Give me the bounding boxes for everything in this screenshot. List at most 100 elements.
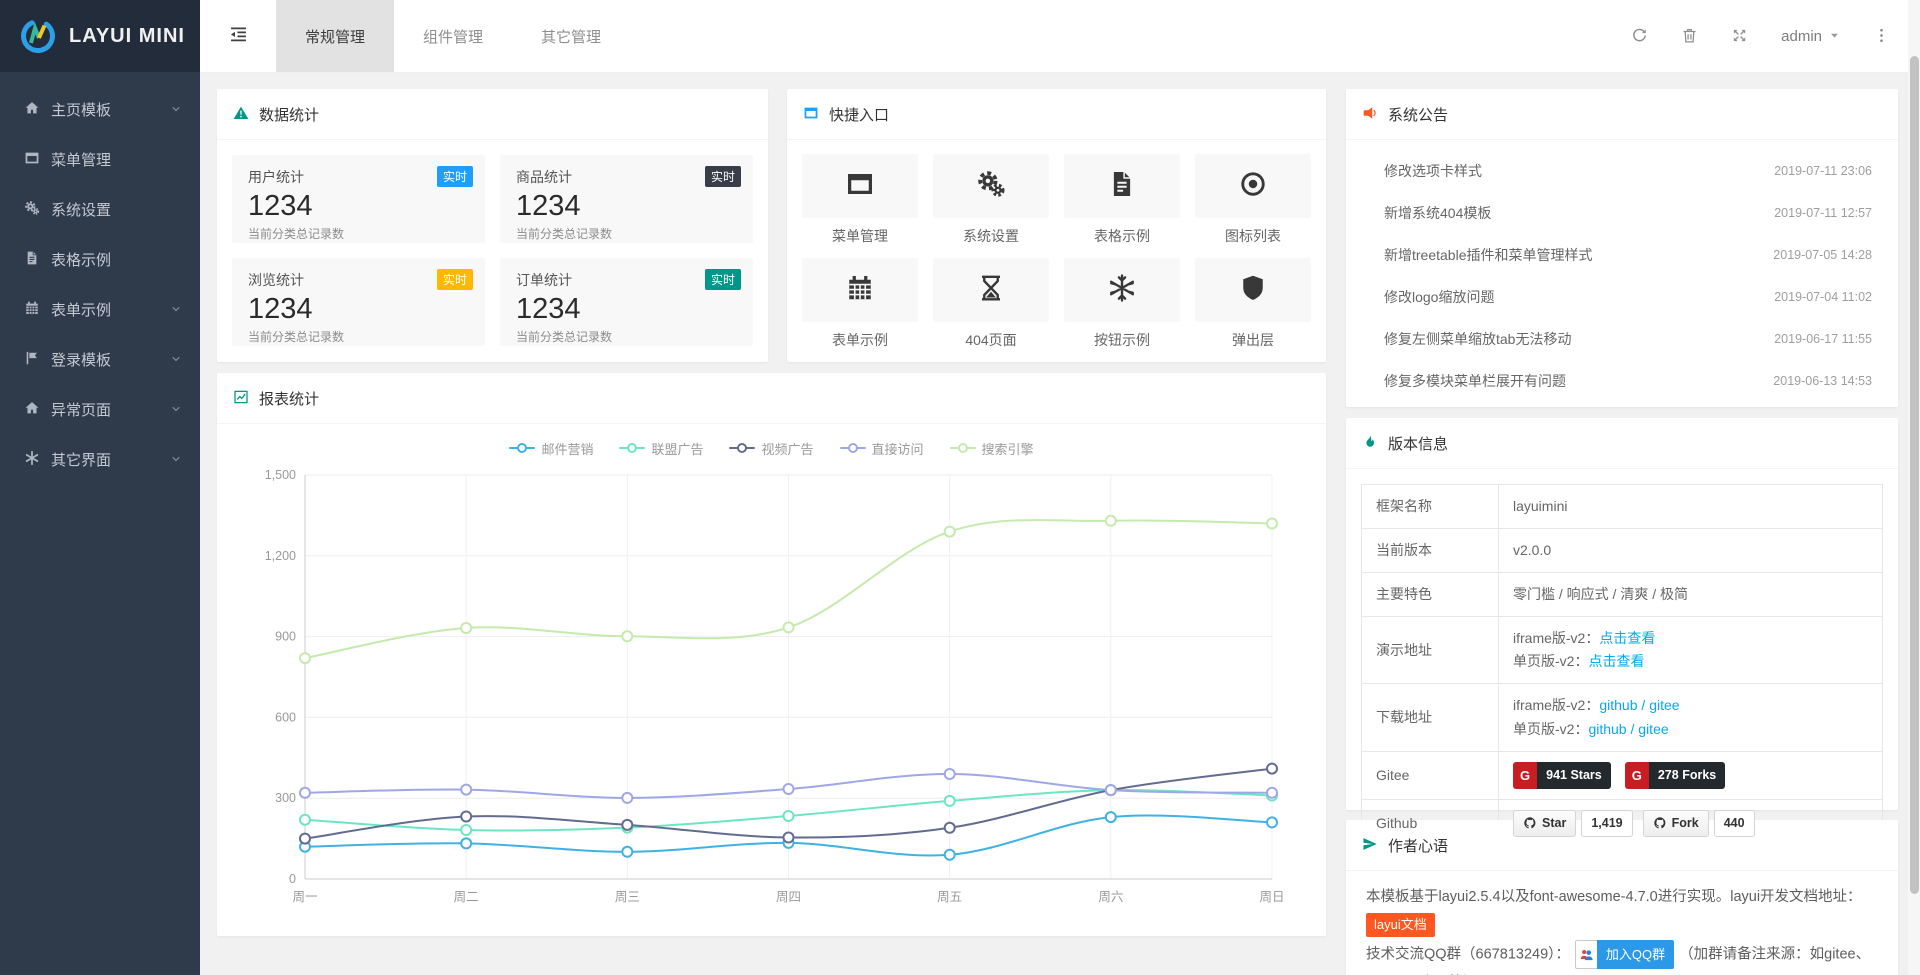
github-count[interactable]: 440 <box>1714 810 1755 837</box>
link[interactable]: github <box>1588 721 1626 737</box>
table-cell-value: layuimini <box>1513 498 1567 514</box>
more-menu-icon[interactable] <box>1873 27 1890 45</box>
sidebar-item-label: 表格示例 <box>51 249 182 270</box>
author-paragraph: 本模板基于layui2.5.4以及font-awesome-4.7.0进行实现。… <box>1366 889 1862 905</box>
window-icon <box>803 105 819 123</box>
legend-item[interactable]: 联盟广告 <box>619 439 703 458</box>
bullhorn-icon <box>1362 105 1378 123</box>
quick-entry-label: 弹出层 <box>1195 330 1311 350</box>
user-dropdown[interactable]: admin <box>1781 28 1840 45</box>
sidebar-item-4[interactable]: 表单示例 <box>0 284 200 334</box>
legend-marker-icon <box>729 443 755 453</box>
sidebar-item-2[interactable]: 系统设置 <box>0 184 200 234</box>
home-icon <box>22 100 42 119</box>
svg-text:0: 0 <box>289 872 296 886</box>
quick-entry-item[interactable]: 表单示例 <box>802 258 918 350</box>
sidebar-item-3[interactable]: 表格示例 <box>0 234 200 284</box>
scrollbar-thumb[interactable] <box>1910 56 1919 894</box>
announcement-text: 修改选项卡样式 <box>1384 161 1482 181</box>
tab-2[interactable]: 其它管理 <box>512 0 630 72</box>
quick-entry-grid: 菜单管理系统设置表格示例图标列表表单示例404页面按钮示例弹出层 <box>787 140 1326 350</box>
join-qq-label: 加入QQ群 <box>1597 940 1674 969</box>
qq-group-text: 技术交流QQ群（667813249）： <box>1366 946 1570 962</box>
legend-item[interactable]: 搜索引擎 <box>950 439 1034 458</box>
table-row: 演示地址iframe版-v2：点击查看单页版-v2：点击查看 <box>1362 617 1883 684</box>
table-row: 当前版本v2.0.0 <box>1362 529 1883 573</box>
announcement-text: 修改logo缩放问题 <box>1384 287 1494 307</box>
sidebar-item-label: 主页模板 <box>51 99 170 120</box>
quick-entry-item[interactable]: 图标列表 <box>1195 154 1311 246</box>
github-fork-button[interactable]: Fork <box>1643 810 1709 837</box>
quick-entry-label: 系统设置 <box>933 226 1049 246</box>
link[interactable]: 点击查看 <box>1588 653 1644 669</box>
sidebar-toggle-button[interactable] <box>200 0 276 72</box>
announcements-list: 修改选项卡样式2019-07-11 23:06新增系统404模板2019-07-… <box>1346 140 1898 402</box>
legend-label: 联盟广告 <box>651 439 703 458</box>
sidebar-item-5[interactable]: 登录模板 <box>0 334 200 384</box>
app-title: LAYUI MINI <box>69 25 185 48</box>
tab-0[interactable]: 常规管理 <box>276 0 394 72</box>
warning-icon <box>233 105 249 123</box>
announcement-row[interactable]: 修复多模块菜单栏展开有问题2019-06-13 14:53 <box>1346 360 1898 402</box>
github-count[interactable]: 1,419 <box>1581 810 1632 837</box>
link[interactable]: github <box>1599 697 1637 713</box>
link-line-prefix: iframe版-v2： <box>1513 697 1599 713</box>
announcement-text: 修复左侧菜单缩放tab无法移动 <box>1384 329 1571 349</box>
announcement-date: 2019-07-11 12:57 <box>1774 206 1872 220</box>
quick-entry-title: 快捷入口 <box>829 104 889 125</box>
table-row-label: 框架名称 <box>1362 485 1499 529</box>
github-star-button[interactable]: Star <box>1513 810 1576 837</box>
quick-entry-item[interactable]: 菜单管理 <box>802 154 918 246</box>
table-row: 主要特色零门槛 / 响应式 / 清爽 / 极简 <box>1362 573 1883 617</box>
table-row: 下载地址iframe版-v2：github / gitee单页版-v2：gith… <box>1362 684 1883 751</box>
qq-people-icon <box>1575 940 1597 969</box>
quick-entry-item[interactable]: 404页面 <box>933 258 1049 350</box>
announcement-row[interactable]: 新增treetable插件和菜单管理样式2019-07-05 14:28 <box>1346 234 1898 276</box>
join-qq-button[interactable]: 加入QQ群 <box>1575 940 1674 969</box>
quick-entry-card: 快捷入口 菜单管理系统设置表格示例图标列表表单示例404页面按钮示例弹出层 <box>787 89 1326 362</box>
sidebar-item-6[interactable]: 异常页面 <box>0 384 200 434</box>
outdent-icon <box>228 24 249 48</box>
caret-down-icon <box>1829 30 1840 43</box>
tab-1[interactable]: 组件管理 <box>394 0 512 72</box>
calendar-icon <box>22 300 42 319</box>
quick-entry-item[interactable]: 按钮示例 <box>1064 258 1180 350</box>
trash-icon[interactable] <box>1681 27 1698 45</box>
quick-entry-item[interactable]: 系统设置 <box>933 154 1049 246</box>
snowflake-icon <box>1107 273 1137 307</box>
announcement-row[interactable]: 新增系统404模板2019-07-11 12:57 <box>1346 192 1898 234</box>
quick-entry-item[interactable]: 弹出层 <box>1195 258 1311 350</box>
announcement-row[interactable]: 修复左侧菜单缩放tab无法移动2019-06-17 11:55 <box>1346 318 1898 360</box>
link[interactable]: gitee <box>1649 697 1679 713</box>
stat-desc: 当前分类总记录数 <box>516 328 739 345</box>
header-actions: admin <box>1631 0 1920 72</box>
stat-card: 用户统计实时1234当前分类总记录数 <box>232 155 485 243</box>
fullscreen-icon[interactable] <box>1731 27 1748 45</box>
logo[interactable]: LAYUI MINI <box>0 0 200 72</box>
main-content: 数据统计 用户统计实时1234当前分类总记录数商品统计实时1234当前分类总记录… <box>200 72 1920 975</box>
legend-item[interactable]: 视频广告 <box>729 439 813 458</box>
announcement-row[interactable]: 修改logo缩放问题2019-07-04 11:02 <box>1346 276 1898 318</box>
legend-item[interactable]: 邮件营销 <box>509 439 593 458</box>
announcement-date: 2019-07-05 14:28 <box>1773 248 1872 262</box>
link[interactable]: gitee <box>1638 721 1668 737</box>
sidebar-item-1[interactable]: 菜单管理 <box>0 134 200 184</box>
svg-text:1,500: 1,500 <box>265 468 296 482</box>
link[interactable]: 点击查看 <box>1599 630 1655 646</box>
version-card: 版本信息 框架名称layuimini当前版本v2.0.0主要特色零门槛 / 响应… <box>1346 418 1898 810</box>
sidebar-item-7[interactable]: 其它界面 <box>0 434 200 484</box>
gitee-badge[interactable]: G941 Stars <box>1513 762 1611 789</box>
gitee-badge[interactable]: G278 Forks <box>1625 762 1726 789</box>
announcement-row[interactable]: 修改选项卡样式2019-07-11 23:06 <box>1346 150 1898 192</box>
chevron-down-icon <box>170 452 182 466</box>
octocat-icon <box>1523 816 1537 830</box>
announcements-title: 系统公告 <box>1388 104 1448 125</box>
app-window: LAYUI MINI 主页模板菜单管理系统设置表格示例表单示例登录模板异常页面其… <box>0 0 1920 975</box>
legend-item[interactable]: 直接访问 <box>840 439 924 458</box>
refresh-icon[interactable] <box>1631 27 1648 45</box>
sidebar-item-0[interactable]: 主页模板 <box>0 84 200 134</box>
layui-doc-badge[interactable]: layui文档 <box>1366 913 1435 937</box>
quick-entry-item[interactable]: 表格示例 <box>1064 154 1180 246</box>
chart-line-icon <box>233 389 249 407</box>
svg-text:周二: 周二 <box>454 890 479 904</box>
